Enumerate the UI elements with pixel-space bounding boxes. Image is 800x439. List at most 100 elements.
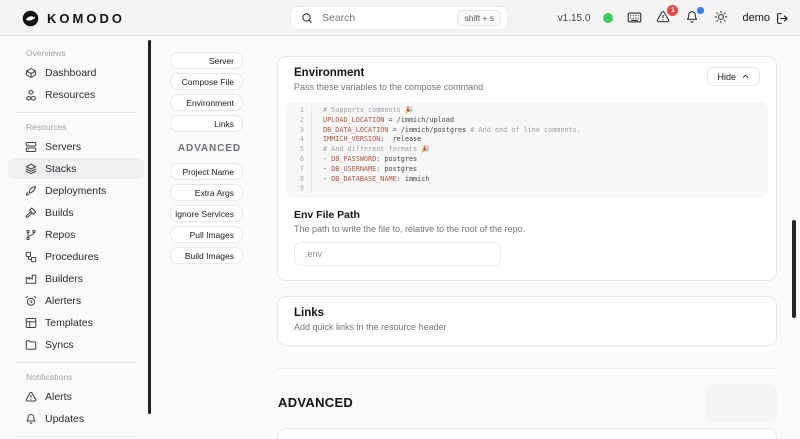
sidebar-scrollbar[interactable] [148, 40, 151, 414]
sidebar-item-templates[interactable]: Templates [8, 312, 144, 333]
sidebar-item-builds[interactable]: Builds [8, 202, 144, 223]
nav-button-environment[interactable]: Environment [170, 94, 243, 111]
search-input[interactable]: Search shift + s [290, 6, 508, 30]
code-line: 6- DB_PASSWORD: postgres [286, 155, 768, 165]
sidebar-item-label: Updates [45, 413, 84, 425]
alert-triangle-icon [25, 391, 37, 403]
environment-subtitle: Pass these variables to the compose comm… [294, 82, 483, 92]
sidebar-item-deployments[interactable]: Deployments [8, 180, 144, 201]
theme-toggle-button[interactable] [713, 10, 729, 26]
brand-name: KOMODO [47, 11, 125, 26]
sidebar-divider [16, 112, 136, 113]
server-icon [25, 141, 37, 153]
komodo-logo-icon [22, 10, 39, 27]
line-number: 7 [286, 165, 311, 175]
sidebar: Overviews Dashboard Resources Resources Serv… [0, 36, 152, 439]
code-line-text: IMMICH_VERSION: release [311, 135, 421, 145]
code-line-text: - DB_DATABASE_NAME: immich [311, 175, 429, 185]
code-line-text: DB_DATA_LOCATION = /immich/postgres # An… [311, 126, 581, 136]
env-file-path-input[interactable] [294, 242, 501, 266]
line-number: 8 [286, 175, 311, 185]
sidebar-item-label: Procedures [45, 251, 99, 263]
sidebar-item-label: Syncs [45, 339, 74, 351]
main-content: Server Compose File Environment Links ADVAN… [152, 36, 800, 439]
advanced-heading: ADVANCED [278, 395, 353, 410]
nav-button-server[interactable]: Server [170, 52, 243, 69]
sidebar-item-alerters[interactable]: Alerters [8, 290, 144, 311]
version-label: v1.15.0 [558, 13, 591, 24]
env-file-path-subtitle: The path to write the file to, relative … [294, 224, 760, 234]
code-line-text: - DB_USERNAME: postgres [311, 165, 417, 175]
alarm-clock-icon [25, 295, 37, 307]
hide-button[interactable]: Hide [707, 67, 760, 86]
core-status-dot[interactable] [603, 13, 613, 23]
sidebar-item-stacks[interactable]: Stacks [8, 158, 144, 179]
main-scrollbar[interactable] [792, 220, 796, 318]
sidebar-item-label: Resources [45, 89, 95, 101]
nav-button-ignore-services[interactable]: Ignore Services [170, 205, 243, 222]
keyboard-shortcuts-button[interactable] [626, 10, 642, 26]
nav-button-compose-file[interactable]: Compose File [170, 73, 243, 90]
sidebar-item-resources[interactable]: Resources [8, 84, 144, 105]
section-nav: Server Compose File Environment Links ADVAN… [170, 52, 243, 268]
section-divider [277, 368, 777, 369]
workflow-icon [25, 251, 37, 263]
sidebar-item-label: Dashboard [45, 67, 96, 79]
sidebar-item-label: Templates [45, 317, 93, 329]
sidebar-item-dashboard[interactable]: Dashboard [8, 62, 144, 83]
sidebar-item-servers[interactable]: Servers [8, 136, 144, 157]
code-line-text: UPLOAD_LOCATION = /immich/upload [311, 116, 454, 126]
sidebar-item-procedures[interactable]: Procedures [8, 246, 144, 267]
updates-badge [697, 7, 704, 14]
links-card: Links Add quick links in the resource he… [277, 296, 777, 346]
sidebar-item-updates[interactable]: Updates [8, 408, 144, 429]
sidebar-section-label: Overviews [0, 45, 152, 62]
sidebar-item-alerts[interactable]: Alerts [8, 386, 144, 407]
keyboard-icon [627, 10, 642, 25]
links-subtitle: Add quick links in the resource header [294, 322, 760, 332]
user-menu-button[interactable]: demo [742, 12, 789, 25]
code-line: 2UPLOAD_LOCATION = /immich/upload [286, 116, 768, 126]
sidebar-item-label: Servers [45, 141, 81, 153]
sidebar-item-repos[interactable]: Repos [8, 224, 144, 245]
sidebar-item-syncs[interactable]: Syncs [8, 334, 144, 355]
git-branch-icon [25, 229, 37, 241]
alerts-count-badge: 1 [667, 5, 678, 16]
sidebar-item-label: Alerters [45, 295, 81, 307]
advanced-nav-label: ADVANCED [170, 143, 241, 154]
line-number: 9 [286, 184, 311, 194]
username-label: demo [742, 12, 770, 24]
code-line-text: # And different formats 🎉 [311, 145, 430, 155]
line-number: 1 [286, 106, 311, 116]
nav-button-extra-args[interactable]: Extra Args [170, 184, 243, 201]
line-number: 5 [286, 145, 311, 155]
line-number: 3 [286, 126, 311, 136]
sidebar-item-label: Builds [45, 207, 74, 219]
sidebar-item-label: Repos [45, 229, 75, 241]
search-icon [301, 12, 313, 24]
environment-editor[interactable]: 1# Supports comments 🎉2UPLOAD_LOCATION =… [286, 102, 768, 198]
home-link[interactable]: KOMODO [22, 0, 125, 36]
nav-button-links[interactable]: Links [170, 115, 243, 132]
nav-button-project-name[interactable]: Project Name [170, 163, 243, 180]
nav-button-build-images[interactable]: Build Images [170, 247, 243, 264]
environment-card: Environment Pass these variables to the … [277, 56, 777, 281]
code-line-text [311, 184, 327, 194]
code-line: 7- DB_USERNAME: postgres [286, 165, 768, 175]
environment-title: Environment [294, 67, 483, 79]
line-number: 6 [286, 155, 311, 165]
hammer-icon [25, 207, 37, 219]
boxes-icon [25, 89, 37, 101]
search-placeholder: Search [322, 12, 448, 24]
sidebar-item-builders[interactable]: Builders [8, 268, 144, 289]
code-line-text: # Supports comments 🎉 [311, 106, 413, 116]
line-number: 4 [286, 135, 311, 145]
updates-button[interactable] [684, 10, 700, 26]
nav-button-pull-images[interactable]: Pull Images [170, 226, 243, 243]
header: KOMODO Search shift + s v1.15.0 1 demo [0, 0, 800, 36]
alerts-button[interactable]: 1 [655, 10, 671, 26]
code-line: 1# Supports comments 🎉 [286, 106, 768, 116]
advanced-ghost-placeholder [705, 384, 777, 422]
sidebar-section-label: Resources [0, 119, 152, 136]
line-number: 2 [286, 116, 311, 126]
